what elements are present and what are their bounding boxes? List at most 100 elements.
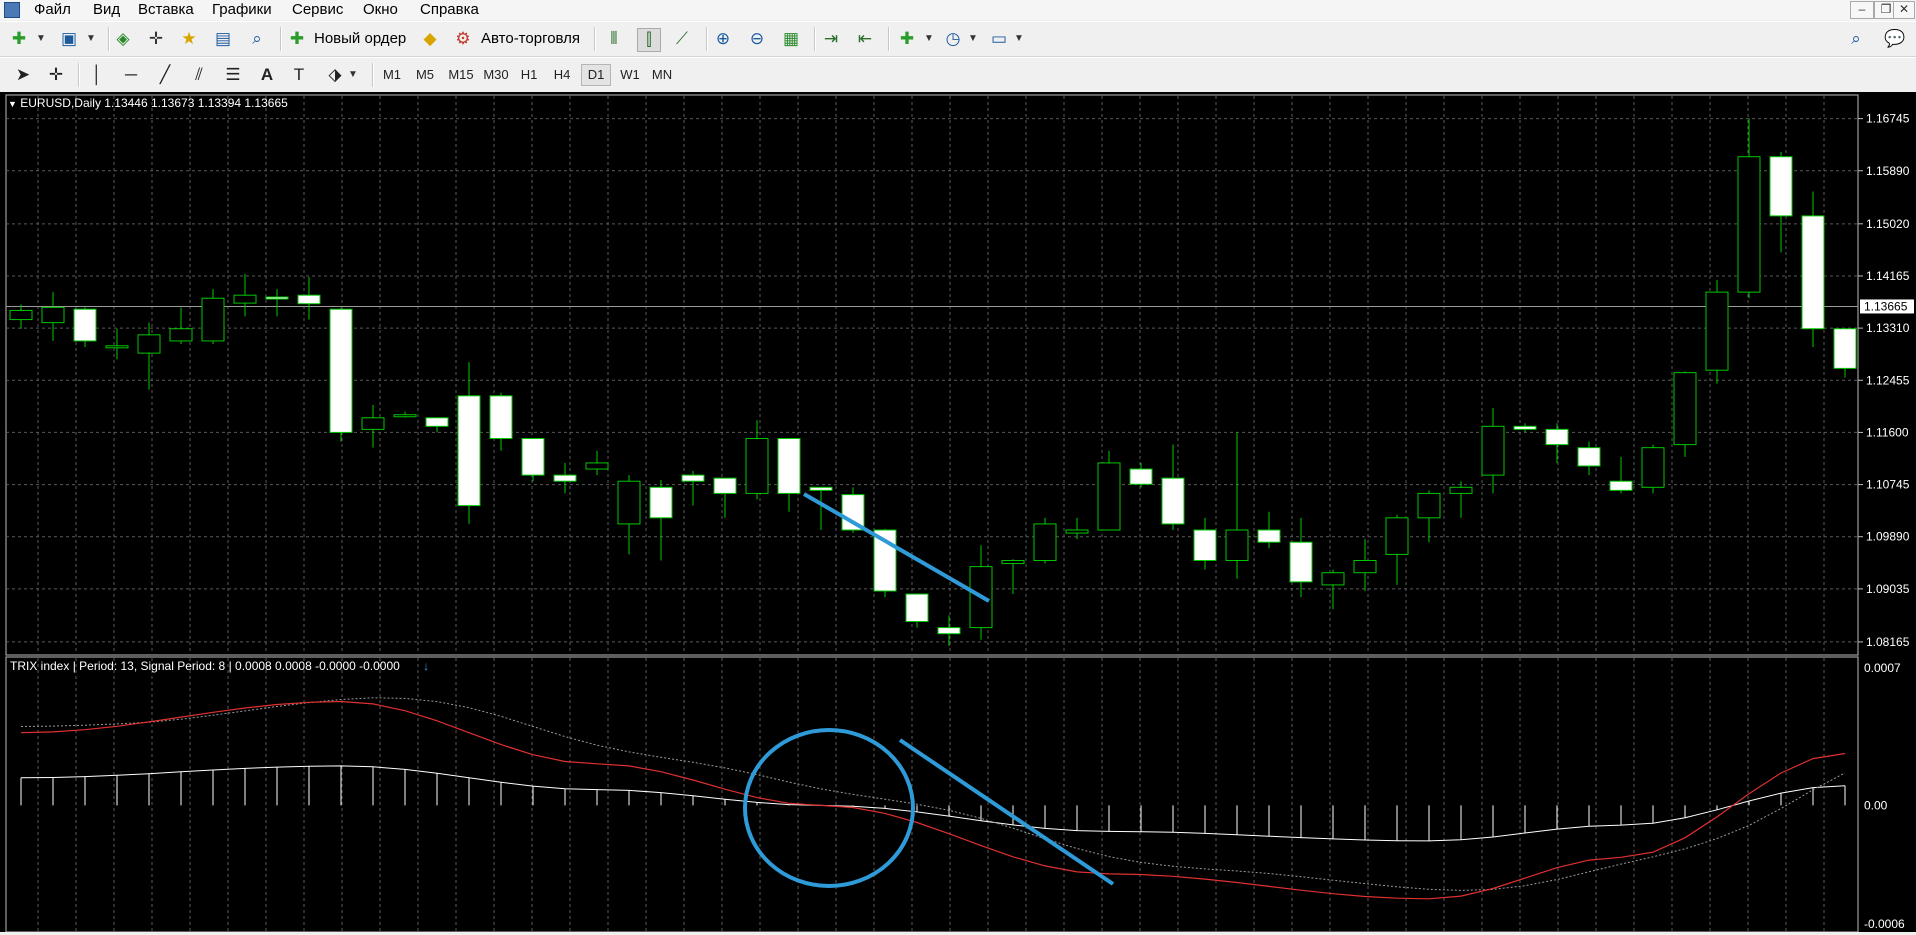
chart-menu-icon[interactable]: ▼ [8,99,17,109]
chat-icon[interactable]: 💬 [1884,28,1906,50]
app-icon[interactable] [4,2,20,18]
fibonacci-icon[interactable]: ☰ [222,64,244,86]
candle-body [905,593,929,623]
chevron-down-icon[interactable]: ▼ [342,64,364,86]
close-icon[interactable]: ✕ [1893,1,1915,19]
crosshair-icon[interactable]: ✛ [145,28,167,50]
arrow-down-icon: ↓ [423,659,430,673]
timeframe-m5[interactable]: M5 [411,64,439,86]
chart-header: ▼ EURUSD,Daily 1.13446 1.13673 1.13394 1… [8,96,288,110]
candle-body [1833,328,1857,369]
horizontal-line-icon[interactable]: ─ [120,64,142,86]
candle-body [745,438,769,494]
auto-trading-icon[interactable]: ◆ [419,28,441,50]
tester-icon[interactable]: ⌕ [246,28,268,50]
indicator-pane-border [5,656,1859,933]
chevron-down-icon[interactable]: ▼ [918,28,940,50]
zoom-in-icon[interactable]: ⊕ [712,28,734,50]
trendline-annotation [898,738,1115,886]
timeframe-m1[interactable]: M1 [378,64,406,86]
candle-body [937,627,961,635]
timeframe-m30[interactable]: M30 [479,64,513,86]
candle-body [1705,291,1729,371]
candle-body [41,306,65,324]
vertical-line-icon[interactable]: │ [86,64,108,86]
chart-shift-icon[interactable]: ⇤ [854,28,876,50]
periods-icon[interactable]: ◷ [942,28,964,50]
candle-body [1769,156,1793,217]
candle-body [233,294,257,304]
current-price-label: 1.13665 [1864,299,1908,313]
price-label: 1.12455 [1866,373,1910,387]
search-icon[interactable]: ⌕ [1845,28,1867,50]
tile-icon[interactable]: ▦ [780,28,802,50]
candle-body [1225,529,1249,562]
candle-body [1737,156,1761,293]
timeframe-d1[interactable]: D1 [581,64,611,86]
trendline-icon[interactable]: ╱ [154,64,176,86]
price-label: 1.09890 [1866,530,1910,544]
new-order-button[interactable]: Новый ордер [314,30,406,47]
candle-body [553,474,577,482]
candle-body [329,308,353,433]
line-chart-icon[interactable]: ⟋ [671,28,693,50]
new-chart-icon[interactable]: ✚ [8,28,30,50]
candle-body [1065,529,1089,534]
menu-insert[interactable]: Вставка [138,1,194,18]
menu-file[interactable]: Файл [34,1,71,18]
candle-body [1193,529,1217,562]
chevron-down-icon[interactable]: ▼ [30,28,52,50]
candle-body [73,308,97,342]
zoom-out-icon[interactable]: ⊖ [746,28,768,50]
candle-body [713,477,737,494]
indicators-icon[interactable]: ✚ [896,28,918,50]
menu-tools[interactable]: Сервис [292,1,343,18]
chevron-down-icon[interactable]: ▼ [962,28,984,50]
chart-window[interactable]: 1.16745 1.15890 1.15020 1.14165 1.13310 1.124… [0,92,1916,933]
price-label: 1.10745 [1866,478,1910,492]
text-label-icon[interactable]: T [288,64,310,86]
minimize-icon[interactable]: – [1850,1,1874,19]
robot-icon[interactable]: ⚙ [452,28,474,50]
autoscroll-icon[interactable]: ⇥ [820,28,842,50]
menu-view[interactable]: Вид [93,1,120,18]
text-tool-button[interactable]: A [256,64,278,86]
crosshair-icon[interactable]: ✛ [45,64,67,86]
indicator-header: TRIX index | Period: 13, Signal Period: … [10,659,429,673]
candle-body [1353,560,1377,574]
main-pane-border [5,94,1859,656]
profiles-icon[interactable]: ▣ [58,28,80,50]
bar-chart-icon[interactable]: ⫴ [603,28,625,50]
new-order-icon[interactable]: ✚ [286,28,308,50]
timeframe-h4[interactable]: H4 [548,64,576,86]
candle-body [1609,480,1633,491]
chevron-down-icon[interactable]: ▼ [1008,28,1030,50]
candle-body [1001,560,1025,565]
menu-help[interactable]: Справка [420,1,479,18]
candle-body [169,328,193,342]
indicator-info: TRIX index | Period: 13, Signal Period: … [10,659,400,673]
market-watch-icon[interactable]: ◈ [112,28,134,50]
templates-icon[interactable]: ▭ [988,28,1010,50]
favorites-icon[interactable]: ★ [178,28,200,50]
equidistant-channel-icon[interactable]: ⫽ [188,64,210,86]
timeframe-m15[interactable]: M15 [444,64,478,86]
timeframe-w1[interactable]: W1 [616,64,644,86]
cursor-icon[interactable]: ➤ [12,64,34,86]
menu-charts[interactable]: Графики [212,1,272,18]
timeframe-h1[interactable]: H1 [515,64,543,86]
terminal-icon[interactable]: ▤ [212,28,234,50]
menu-window[interactable]: Окно [363,1,398,18]
candle-body [1673,372,1697,446]
candle-body [1545,428,1569,446]
chart-canvas[interactable]: 1.16745 1.15890 1.15020 1.14165 1.13310 1.124… [0,92,1916,933]
candle-body [265,296,289,300]
trix-line [20,700,1846,900]
candle-body [137,334,161,354]
candle-body [649,486,673,519]
auto-trading-button[interactable]: Авто-торговля [481,30,580,47]
menu-bar: Файл Вид Вставка Графики Сервис Окно Спр… [0,0,1916,20]
timeframe-mn[interactable]: MN [648,64,676,86]
candles-icon[interactable]: ⫿ [637,28,661,52]
chevron-down-icon[interactable]: ▼ [80,28,102,50]
